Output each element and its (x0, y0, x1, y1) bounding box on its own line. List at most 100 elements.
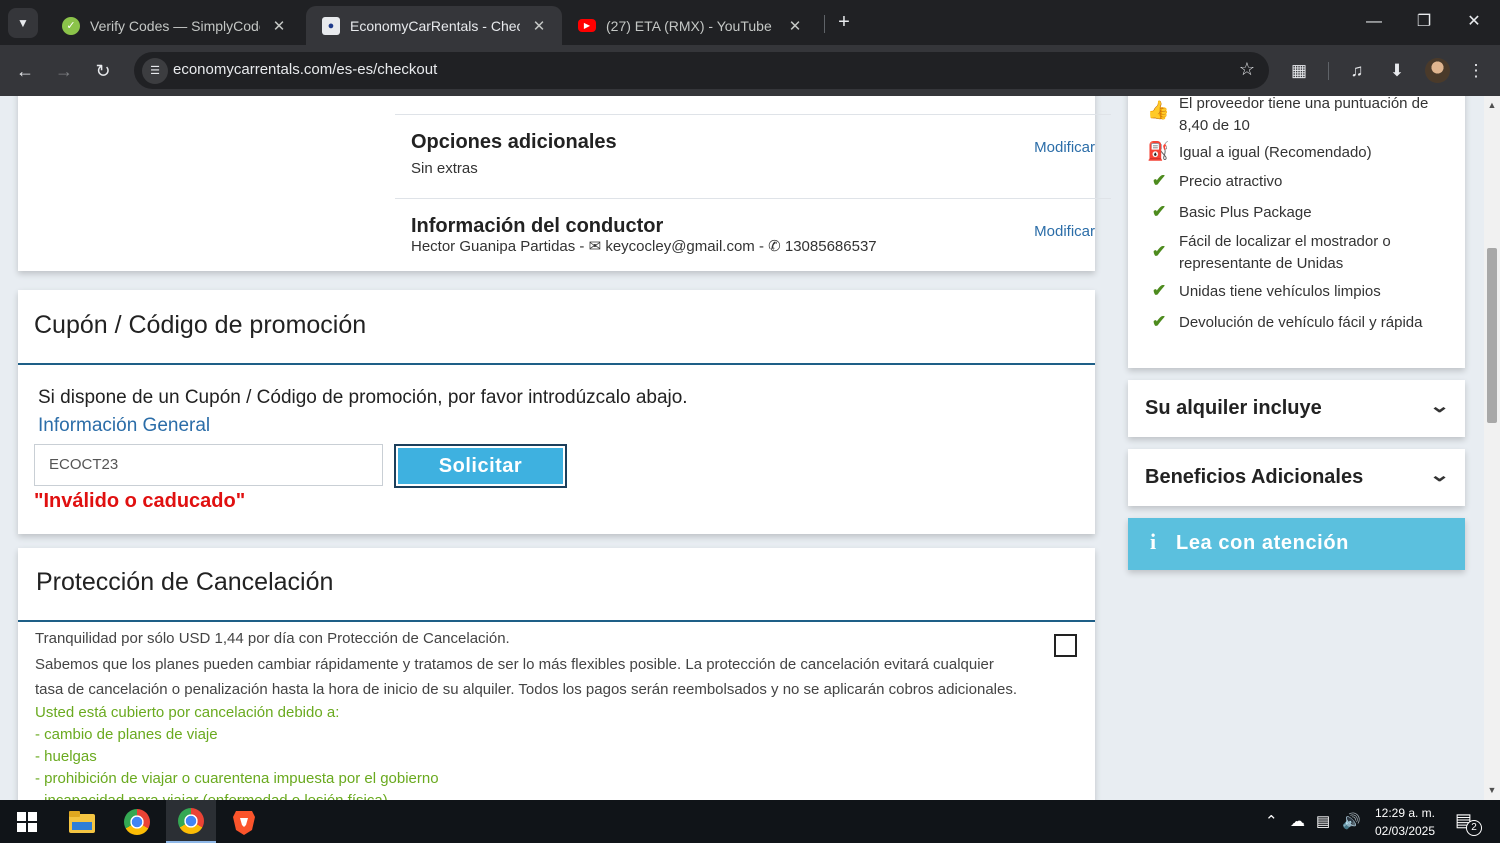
chevron-down-icon: ⌄ (1428, 396, 1451, 416)
covered-item: - cambio de planes de viaje (35, 726, 218, 743)
cancellation-protection-checkbox[interactable] (1054, 634, 1077, 657)
check-icon: ✔ (1152, 202, 1167, 221)
chrome-icon (178, 807, 204, 834)
feature-counter: Fácil de localizar el mostrador o represe… (1179, 231, 1391, 275)
chrome-button[interactable] (112, 800, 162, 843)
back-button[interactable]: ← (10, 56, 40, 86)
driver-email: keycocley@gmail.com (605, 238, 755, 255)
feature-fuel: Igual a igual (Recomendado) (1179, 144, 1372, 161)
toolbar-separator (1328, 62, 1329, 80)
simplycodes-favicon-icon: ✓ (62, 16, 80, 35)
file-explorer-button[interactable] (57, 800, 107, 843)
modify-driver-link[interactable]: Modificar (1034, 223, 1095, 240)
scroll-down-arrow-icon[interactable]: ▼ (1487, 785, 1497, 795)
check-icon: ✔ (1152, 312, 1167, 331)
tab-youtube[interactable]: ▶ (27) ETA (RMX) - YouTube ✕ (562, 6, 818, 45)
chrome-icon (124, 808, 150, 835)
cancellation-divider (18, 620, 1095, 622)
general-info-link[interactable]: Información General (38, 415, 210, 437)
more-menu-icon[interactable]: ⋮ (1462, 57, 1490, 85)
coupon-code-input[interactable]: ECOCT23 (34, 444, 383, 486)
url-text[interactable]: economycarrentals.com/es-es/checkout (173, 61, 437, 78)
minimize-icon: — (1366, 13, 1382, 30)
phone-icon: ✆ (768, 238, 785, 255)
cancellation-desc-1: Sabemos que los planes pueden cambiar rá… (35, 656, 994, 673)
profile-avatar[interactable] (1425, 58, 1450, 83)
info-icon: i (1150, 529, 1157, 554)
cancellation-desc-2: tasa de cancelación o penalización hasta… (35, 681, 1018, 698)
brave-lion-icon (233, 810, 255, 835)
feature-rating: El proveedor tiene una puntuación de 8,40… (1179, 96, 1428, 137)
feature-rating-line2: 8,40 de 10 (1179, 117, 1250, 134)
tab-title: EconomyCarRentals - Checkout (350, 17, 520, 34)
system-clock[interactable]: 12:29 a. m. 02/03/2025 (1366, 804, 1444, 840)
chevron-down-icon: ⌄ (1428, 465, 1451, 485)
driver-row: Información del conductor Hector Guanipa… (395, 198, 1111, 271)
folder-icon (69, 810, 95, 833)
tab-economycarrentals[interactable]: ● EconomyCarRentals - Checkout ✕ (306, 6, 562, 45)
scroll-thumb[interactable] (1487, 248, 1497, 423)
volume-icon[interactable]: 🔊 (1342, 812, 1361, 830)
modify-extras-link[interactable]: Modificar (1034, 139, 1095, 156)
browser-tab-bar: ▼ ✓ Verify Codes — SimplyCodes ✕ ● Econo… (0, 0, 1500, 45)
apply-coupon-label: Solicitar (398, 448, 563, 484)
restore-button[interactable]: ❐ (1406, 8, 1442, 36)
minimize-button[interactable]: — (1356, 8, 1392, 36)
rental-includes-title: Su alquiler incluye (1145, 397, 1322, 419)
tab-simplycodes[interactable]: ✓ Verify Codes — SimplyCodes ✕ (46, 6, 302, 45)
browser-toolbar: ← → ↻ ☰ economycarrentals.com/es-es/chec… (0, 45, 1500, 96)
site-settings-icon[interactable]: ☰ (142, 58, 168, 84)
page-viewport: Opciones adicionales Sin extras Modifica… (0, 96, 1484, 800)
network-icon[interactable]: ▤ (1316, 812, 1330, 830)
close-tab-icon[interactable]: ✕ (530, 17, 548, 35)
clock-time: 12:29 a. m. (1374, 806, 1436, 820)
start-button[interactable] (2, 800, 52, 843)
envelope-icon: ✉ (588, 238, 606, 255)
media-control-icon[interactable]: ♫ (1343, 57, 1371, 85)
downloads-icon[interactable]: ⬇ (1383, 57, 1411, 85)
apply-coupon-button[interactable]: Solicitar (394, 444, 567, 488)
fuel-icon: ⛽ (1147, 141, 1170, 161)
cancellation-protection-card: Protección de Cancelación Tranquilidad p… (18, 548, 1095, 800)
extras-title: Opciones adicionales (411, 131, 617, 153)
close-tab-icon[interactable]: ✕ (786, 17, 804, 35)
close-window-button[interactable]: ✕ (1456, 8, 1492, 36)
reload-icon: ↻ (95, 61, 111, 81)
page-scrollbar[interactable]: ▲ ▼ (1484, 96, 1500, 800)
forward-button[interactable]: → (49, 56, 79, 86)
read-carefully-label: Lea con atención (1176, 532, 1349, 554)
thumbs-up-icon: 👍 (1147, 100, 1170, 120)
feature-counter-line2: representante de Unidas (1179, 255, 1344, 272)
covered-item: - incapacidad para viajar (enfermedad o … (35, 792, 388, 800)
covered-title: Usted está cubierto por cancelación debi… (35, 704, 340, 721)
feature-item: Devolución de vehículo fácil y rápida (1179, 314, 1423, 331)
chrome-profile-button[interactable] (166, 800, 216, 843)
extras-row: Opciones adicionales Sin extras Modifica… (395, 114, 1111, 198)
read-carefully-button[interactable]: i Lea con atención (1128, 518, 1465, 570)
onedrive-cloud-icon[interactable]: ☁ (1290, 812, 1305, 830)
coupon-heading: Cupón / Código de promoción (34, 311, 367, 339)
rental-includes-accordion[interactable]: Su alquiler incluye ⌄ (1128, 380, 1465, 437)
chevron-down-icon: ▼ (17, 16, 29, 30)
show-hidden-icons-icon[interactable]: ⌃ (1265, 812, 1278, 830)
new-tab-button[interactable]: + (832, 10, 856, 34)
supplier-features-card: 👍 El proveedor tiene una puntuación de 8,… (1128, 96, 1465, 368)
plus-icon: + (838, 11, 850, 33)
covered-item: - huelgas (35, 748, 97, 765)
close-tab-icon[interactable]: ✕ (270, 17, 288, 35)
additional-benefits-accordion[interactable]: Beneficios Adicionales ⌄ (1128, 449, 1465, 506)
address-bar[interactable]: ☰ economycarrentals.com/es-es/checkout ☆ (134, 52, 1269, 89)
driver-name: Hector Guanipa Partidas - (411, 238, 589, 255)
bookmark-star-icon[interactable]: ☆ (1239, 59, 1255, 80)
feature-rating-line1: El proveedor tiene una puntuación de (1179, 96, 1429, 112)
brave-button[interactable] (219, 800, 269, 843)
tab-title: (27) ETA (RMX) - YouTube (606, 17, 772, 34)
tab-search-button[interactable]: ▼ (8, 8, 38, 38)
scroll-up-arrow-icon[interactable]: ▲ (1487, 100, 1497, 110)
cancellation-price-line: Tranquilidad por sólo USD 1,44 por día c… (35, 630, 510, 647)
feature-item: Unidas tiene vehículos limpios (1179, 283, 1381, 300)
reload-button[interactable]: ↻ (88, 56, 118, 86)
driver-separator: - (754, 238, 769, 255)
extensions-icon[interactable]: ▦ (1285, 57, 1313, 85)
driver-phone: 13085686537 (784, 238, 877, 255)
